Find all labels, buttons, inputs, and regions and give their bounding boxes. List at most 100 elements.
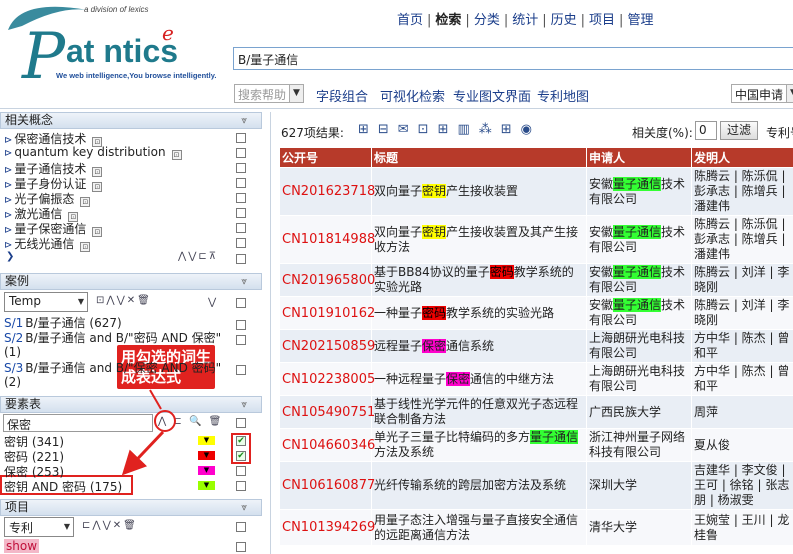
- related-concept-label[interactable]: 量子保密通信: [14, 222, 86, 236]
- element-checkbox[interactable]: ✔: [236, 436, 246, 446]
- publication-number[interactable]: CN106160877: [280, 462, 372, 510]
- results-row[interactable]: CN106160877光纤传输系统的跨层加密方法及系统深圳大学吉建华 | 李文俊…: [280, 462, 793, 510]
- patent-title: 远程量子保密通信系统: [372, 330, 587, 363]
- col-header-inventor[interactable]: 发明人: [692, 148, 793, 168]
- keyword-highlight: 保密: [422, 339, 446, 353]
- related-concept-label[interactable]: quantum key distribution: [14, 145, 165, 159]
- col-header-pn[interactable]: 公开号: [280, 148, 372, 168]
- case-checkbox[interactable]: [236, 320, 246, 330]
- related-concept-checkbox[interactable]: [236, 208, 246, 218]
- element-checkbox[interactable]: [236, 481, 246, 491]
- callout-pointer: [150, 390, 161, 409]
- patent-title: 基于BB84协议的量子密码教学系统的实验光路: [372, 264, 587, 297]
- results-row[interactable]: CN202150859远程量子保密通信系统上海朗研光电科技有限公司方中华 | 陈…: [280, 330, 793, 363]
- publication-number[interactable]: CN104660346: [280, 429, 372, 462]
- keyword-highlight: 密码: [422, 306, 446, 320]
- publication-number[interactable]: CN201623718: [280, 168, 372, 216]
- keyword-highlight: 量子通信: [530, 430, 578, 444]
- add-to-query-icon[interactable]: ⊡: [92, 182, 102, 192]
- publication-number[interactable]: CN105490751: [280, 396, 372, 429]
- element-color-flag: ▼: [198, 451, 215, 460]
- add-to-query-icon[interactable]: ⊡: [172, 150, 182, 160]
- keyword-highlight: 量子通信: [613, 225, 661, 239]
- results-row[interactable]: CN101814988双向量子密钥产生接收装置及其产生接收方法安徽量子通信技术有…: [280, 216, 793, 264]
- results-row[interactable]: CN201623718双向量子密钥产生接收装置安徽量子通信技术有限公司陈腾云 |…: [280, 168, 793, 216]
- related-concept-checkbox[interactable]: [236, 163, 246, 173]
- text-segment: 远程量子: [374, 339, 422, 353]
- element-color-flag: ▼: [198, 481, 215, 490]
- related-concept-checkbox[interactable]: [236, 178, 246, 188]
- case-id[interactable]: S/3: [4, 361, 23, 375]
- inventor-names: 陈腾云 | 陈泺侃 | 彭承志 | 陈增兵 | 潘建伟: [692, 216, 793, 264]
- concept-expand-icon[interactable]: ⊳: [4, 240, 12, 251]
- related-concept-checkbox[interactable]: [236, 148, 246, 158]
- publication-number[interactable]: CN101910162: [280, 297, 372, 330]
- related-concept-label[interactable]: 量子身份认证: [14, 177, 86, 191]
- results-row[interactable]: CN201965800基于BB84协议的量子密码教学系统的实验光路安徽量子通信技…: [280, 264, 793, 297]
- add-to-query-icon[interactable]: ⊡: [92, 227, 102, 237]
- related-concept-checkbox[interactable]: [236, 238, 246, 248]
- related-concept-checkbox[interactable]: [236, 223, 246, 233]
- results-row[interactable]: CN104660346单光子三量子比特编码的多方量子通信方法及系统浙江神州量子网…: [280, 429, 793, 462]
- col-header-title[interactable]: 标题: [372, 148, 587, 168]
- col-header-applicant[interactable]: 申请人: [587, 148, 692, 168]
- publication-number[interactable]: CN102238005: [280, 363, 372, 396]
- concept-expand-icon[interactable]: ⊳: [4, 148, 12, 159]
- results-row[interactable]: CN101910162一种量子密码教学系统的实验光路安徽量子通信技术有限公司陈腾…: [280, 297, 793, 330]
- text-segment: 单光子三量子比特编码的多方: [374, 430, 530, 444]
- patent-title: 基于线性光学元件的任意双光子态远程联合制备方法: [372, 396, 587, 429]
- related-concept-item[interactable]: ⊳无线光通信 ⊡: [4, 235, 90, 252]
- related-concept-label[interactable]: 无线光通信: [14, 237, 74, 251]
- arrow-to-expression: [126, 432, 163, 471]
- related-concept-checkbox[interactable]: [236, 193, 246, 203]
- related-concept-item[interactable]: ⊳quantum key distribution ⊡: [4, 145, 182, 160]
- add-to-query-icon[interactable]: ⊡: [80, 197, 90, 207]
- inventor-names: 方中华 | 陈杰 | 曾和平: [692, 330, 793, 363]
- case-item[interactable]: S/3B/量子通信 and B/"保密 AND 密码" (2): [4, 361, 234, 389]
- element-item[interactable]: 密钥 AND 密码 (175): [4, 478, 122, 495]
- publication-number[interactable]: CN101814988: [280, 216, 372, 264]
- text-segment: 安徽: [589, 298, 613, 312]
- results-row[interactable]: CN105490751基于线性光学元件的任意双光子态远程联合制备方法广西民族大学…: [280, 396, 793, 429]
- text-segment: 深圳大学: [589, 478, 637, 492]
- text-segment: 广西民族大学: [589, 405, 661, 419]
- case-id[interactable]: S/1: [4, 316, 23, 330]
- related-concept-label[interactable]: 激光通信: [14, 207, 62, 221]
- case-id[interactable]: S/2: [4, 331, 23, 345]
- results-row[interactable]: CN102238005一种远程量子保密通信的中继方法上海朗研光电科技有限公司方中…: [280, 363, 793, 396]
- element-color-flag: ▼: [198, 436, 215, 445]
- inventor-names: 王婉莹 | 王川 | 龙桂鲁: [692, 510, 793, 546]
- text-segment: 浙江神州量子网络科技有限公司: [589, 430, 685, 459]
- relevance-input[interactable]: 0: [695, 121, 717, 140]
- case-checkbox[interactable]: [236, 335, 246, 345]
- text-segment: 基于BB84协议的量子: [374, 265, 490, 279]
- view-mode-icons[interactable]: ⊞⊟✉⊡⊞▥⁂⊞◉: [358, 122, 541, 137]
- case-checkbox[interactable]: [236, 365, 246, 375]
- applicant-name: 安徽量子通信技术有限公司: [587, 297, 692, 330]
- publication-number[interactable]: CN101394269: [280, 510, 372, 546]
- patent-title: 双向量子密钥产生接收装置: [372, 168, 587, 216]
- case-item[interactable]: S/1B/量子通信 (627): [4, 316, 204, 330]
- text-segment: 通信的中继方法: [470, 372, 554, 386]
- keyword-highlight: 量子通信: [613, 298, 661, 312]
- text-segment: 通信系统: [446, 339, 494, 353]
- relevance-label: 相关度(%):: [632, 124, 693, 141]
- related-concept-checkbox[interactable]: [236, 133, 246, 143]
- filter-button[interactable]: 过滤: [720, 121, 758, 140]
- publication-number[interactable]: CN201965800: [280, 264, 372, 297]
- applicant-name: 安徽量子通信技术有限公司: [587, 168, 692, 216]
- publication-number[interactable]: CN202150859: [280, 330, 372, 363]
- results-row[interactable]: CN101394269用量子态注入增强与量子直接安全通信的远距离通信方法清华大学…: [280, 510, 793, 546]
- element-checkbox[interactable]: [236, 466, 246, 476]
- sort-label[interactable]: 专利号: [766, 124, 793, 141]
- applicant-name: 浙江神州量子网络科技有限公司: [587, 429, 692, 462]
- related-concept-label[interactable]: 光子偏振态: [14, 192, 74, 206]
- applicant-name: 深圳大学: [587, 462, 692, 510]
- related-concept-label[interactable]: 量子通信技术: [14, 162, 86, 176]
- keyword-highlight: 密钥: [422, 184, 446, 198]
- element-checkbox[interactable]: ✔: [236, 451, 246, 461]
- add-to-query-icon[interactable]: ⊡: [80, 242, 90, 252]
- related-concept-label[interactable]: 保密通信技术: [14, 132, 86, 146]
- case-item[interactable]: S/2B/量子通信 and B/"密码 AND 保密" (1): [4, 331, 234, 359]
- text-segment: 安徽: [589, 265, 613, 279]
